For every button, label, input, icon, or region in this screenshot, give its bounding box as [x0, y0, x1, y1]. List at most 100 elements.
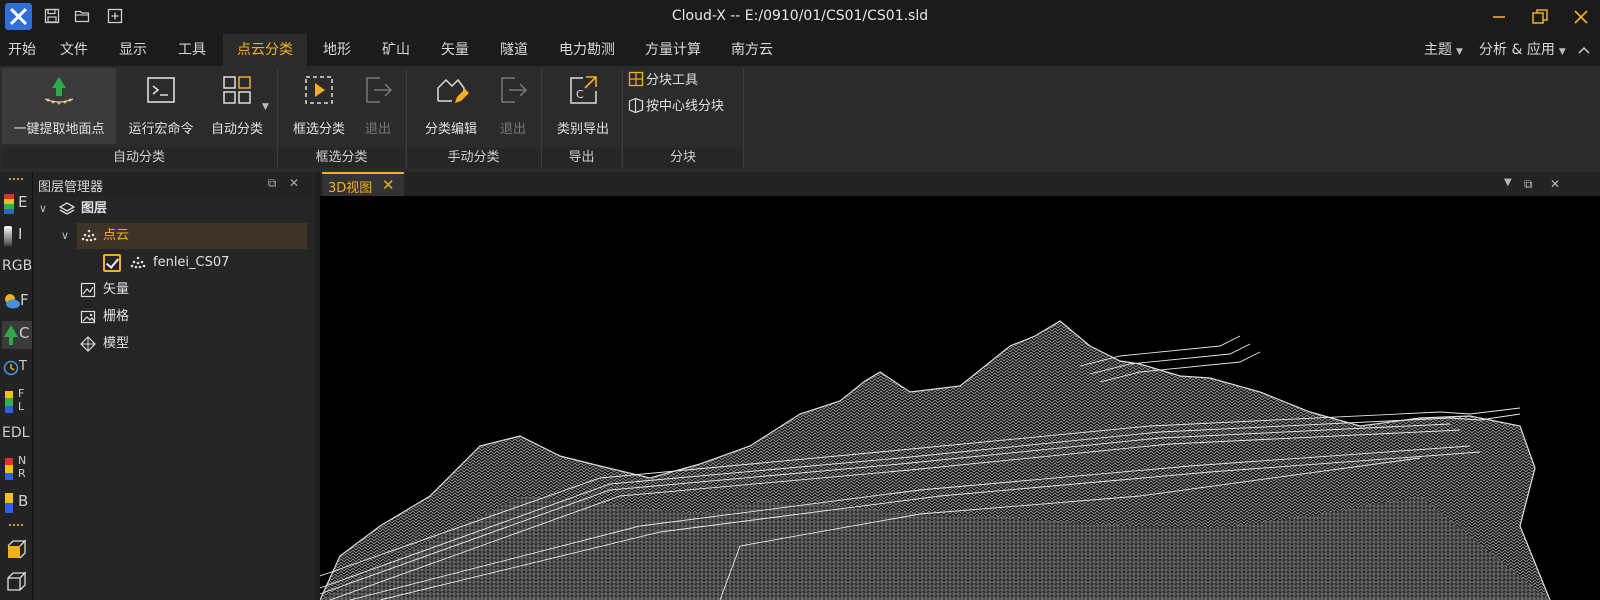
auto-classify-button[interactable]: 自动分类 ▼	[204, 68, 270, 144]
box-view-button[interactable]	[2, 536, 32, 564]
mode-label: E	[18, 193, 28, 211]
close-view-icon[interactable]: ✕	[1550, 177, 1560, 191]
blend-gradient-icon	[5, 493, 13, 513]
title-bar: Cloud-X -- E:/0910/01/CS01/CS01.sld	[0, 0, 1600, 34]
tab-tunnel[interactable]: 隧道	[498, 34, 530, 66]
block-tool-button[interactable]: 分块工具	[628, 70, 698, 92]
chevron-down-icon[interactable]: ▼	[262, 102, 269, 112]
edit-classify-button[interactable]: 分类编辑	[414, 68, 488, 144]
grip-handle[interactable]	[9, 178, 23, 182]
panel-title: 图层管理器	[38, 180, 104, 195]
classification-mode-button[interactable]: C	[2, 321, 32, 349]
extract-ground-button[interactable]: 一键提取地面点	[2, 68, 116, 144]
clock-icon	[3, 360, 19, 376]
tree-item-pointcloud-group[interactable]: ∨ 点云	[61, 223, 307, 249]
tree-item-model[interactable]: 模型	[33, 331, 313, 357]
mode-label: RGB	[2, 258, 33, 274]
exit-box-classify-button[interactable]: 退出	[358, 68, 398, 144]
apps-dropdown[interactable]: 分析 & 应用 ▼	[1479, 34, 1566, 66]
export-class-button[interactable]: C 类别导出	[548, 68, 618, 144]
tab-pointcloud-classify[interactable]: 点云分类	[223, 34, 307, 66]
group-label-auto: 自动分类	[2, 148, 276, 168]
extract-ground-label: 一键提取地面点	[13, 122, 105, 137]
tab-volume-calc[interactable]: 方量计算	[643, 34, 703, 66]
tree-label: 矢量	[103, 282, 130, 297]
tree-label: 图层	[81, 201, 108, 216]
block-by-centerline-button[interactable]: 按中心线分块	[628, 96, 724, 118]
collapse-ribbon-icon[interactable]	[1577, 45, 1591, 55]
return-number-mode-button[interactable]: N R	[2, 454, 32, 486]
flight-line-mode-button[interactable]: F L	[2, 387, 32, 419]
weather-icon	[5, 294, 20, 309]
rgb-mode-button[interactable]: RGB	[2, 255, 32, 283]
layer-visibility-checkbox[interactable]	[103, 254, 121, 272]
block-grid-icon	[628, 71, 644, 87]
apps-label: 分析 & 应用	[1479, 42, 1555, 58]
mode-label: T	[19, 359, 27, 374]
box-3d-icon	[7, 539, 27, 559]
group-label-box: 框选分类	[278, 148, 405, 168]
tab-terrain[interactable]: 地形	[321, 34, 353, 66]
tab-3d-view[interactable]: 3D视图 ✕	[322, 172, 404, 196]
time-mode-button[interactable]: T	[2, 355, 32, 383]
tab-mine[interactable]: 矿山	[380, 34, 412, 66]
panel-header: 图层管理器 ⧉ ✕	[33, 172, 315, 196]
tab-start[interactable]: 开始	[6, 34, 38, 66]
tree-label: 模型	[103, 336, 130, 351]
theme-dropdown[interactable]: 主题 ▼	[1424, 34, 1463, 66]
mode-label: F	[20, 291, 29, 309]
tree-item-vector[interactable]: 矢量	[33, 277, 313, 303]
close-tab-icon[interactable]: ✕	[382, 176, 395, 194]
exit-edit-classify-button[interactable]: 退出	[493, 68, 533, 144]
tab-south-cloud[interactable]: 南方云	[729, 34, 775, 66]
edl-mode-button[interactable]: EDL	[2, 422, 32, 450]
group-label-manual: 手动分类	[407, 148, 540, 168]
3d-viewport[interactable]	[320, 196, 1600, 600]
caret-down-icon: ▼	[1456, 47, 1463, 57]
grip-handle[interactable]	[9, 524, 23, 528]
float-view-icon[interactable]: ⧉	[1524, 177, 1533, 192]
intensity-mode-button[interactable]: I	[2, 222, 32, 250]
blend-mode-button[interactable]: B	[2, 489, 32, 517]
mode-label: N R	[18, 454, 27, 480]
elevation-mode-button[interactable]: E	[2, 190, 32, 218]
run-macro-button[interactable]: 运行宏命令	[122, 68, 200, 144]
tab-display[interactable]: 显示	[117, 34, 149, 66]
exit-edit-label: 退出	[499, 122, 526, 137]
run-macro-label: 运行宏命令	[128, 122, 194, 137]
expand-arrow-icon[interactable]: ∨	[39, 196, 47, 222]
tree-icon	[4, 325, 18, 345]
restore-icon[interactable]	[1529, 6, 1551, 28]
mode-label: B	[18, 492, 29, 510]
layers-icon	[59, 202, 75, 215]
document-tab-bar: 3D视图 ✕ ▼ ⧉ ✕	[320, 172, 1600, 196]
mode-label: C	[19, 324, 30, 342]
tab-file[interactable]: 文件	[58, 34, 90, 66]
divider	[743, 68, 744, 168]
edit-shape-icon	[437, 78, 469, 103]
tree-item-raster[interactable]: 栅格	[33, 304, 313, 330]
expand-arrow-icon[interactable]: ∨	[61, 223, 69, 249]
tree-label: 点云	[103, 228, 130, 243]
cube-icon	[7, 571, 27, 591]
close-icon[interactable]	[1570, 6, 1592, 28]
tree-item-fenlei[interactable]: fenlei_CS07	[33, 250, 313, 276]
weather-mode-button[interactable]: F	[2, 288, 32, 316]
render-mode-toolbar: E I RGB F C T F L EDL N R B	[0, 172, 33, 600]
close-panel-icon[interactable]: ✕	[287, 176, 301, 190]
box-select-icon	[305, 76, 333, 104]
block-tool-label: 分块工具	[646, 73, 699, 88]
float-panel-icon[interactable]: ⧉	[265, 176, 279, 190]
tab-power-survey[interactable]: 电力勘测	[557, 34, 617, 66]
elevation-gradient-icon	[4, 194, 14, 214]
minimize-icon[interactable]	[1488, 6, 1510, 28]
centerline-block-icon	[628, 97, 644, 114]
cube-view-button[interactable]	[2, 568, 32, 596]
tree-root-layers[interactable]: ∨ 图层	[33, 196, 313, 222]
group-label-export: 导出	[542, 148, 621, 168]
tab-vector[interactable]: 矢量	[439, 34, 471, 66]
exit-icon	[366, 77, 393, 103]
tab-tools[interactable]: 工具	[176, 34, 208, 66]
box-classify-button[interactable]: 框选分类	[284, 68, 354, 144]
tab-list-icon[interactable]: ▼	[1504, 177, 1512, 188]
